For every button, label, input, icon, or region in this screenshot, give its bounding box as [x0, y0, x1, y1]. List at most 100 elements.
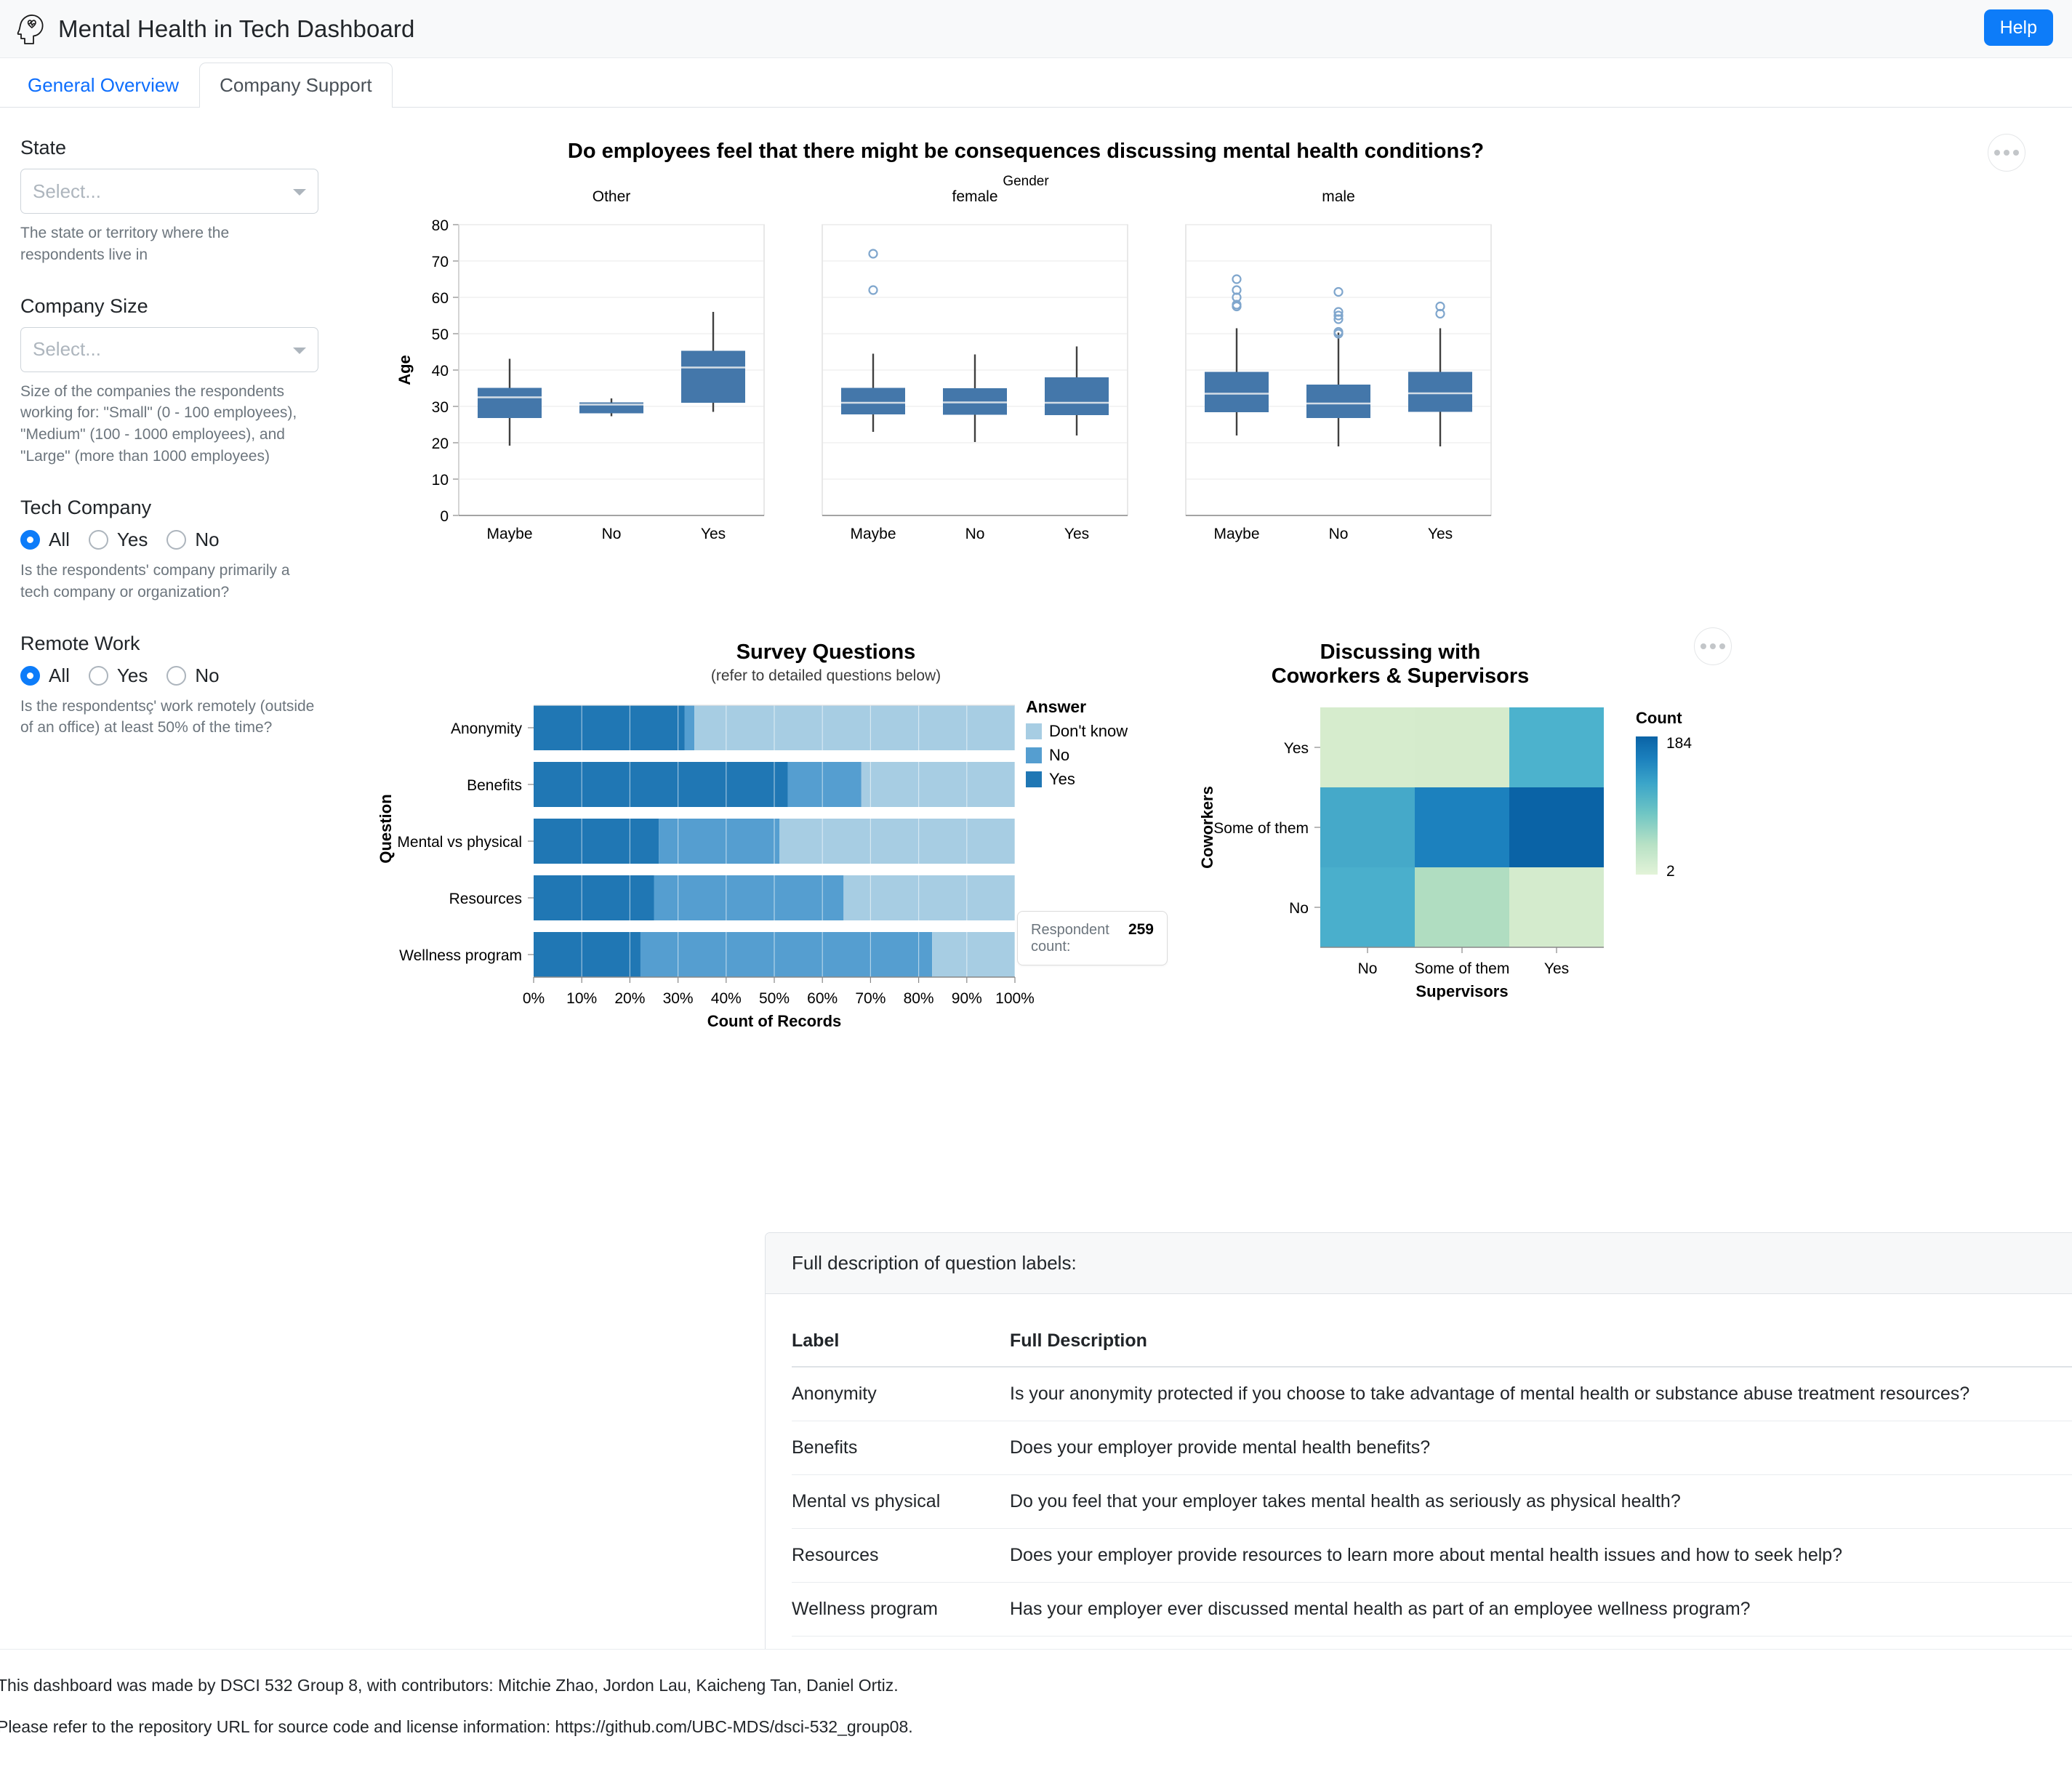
tab-general-overview[interactable]: General Overview — [7, 63, 199, 108]
heatmap-chart-card: Discussing with Coworkers & Supervisors … — [1175, 627, 1756, 1043]
legend-item-yes[interactable]: Yes — [1026, 770, 1128, 789]
question-description-cell: Does your employer provide resources to … — [1010, 1528, 2072, 1583]
radio-icon[interactable] — [166, 529, 187, 550]
help-button[interactable]: Help — [1983, 9, 2053, 46]
legend-label-dont-know: Don't know — [1049, 722, 1128, 740]
svg-text:No: No — [602, 526, 622, 542]
svg-text:0: 0 — [440, 508, 449, 525]
stacked-bar-title: Survey Questions — [736, 640, 916, 664]
tech-company-option-yes[interactable]: Yes — [88, 528, 148, 551]
column-header-description: Full Description — [1010, 1320, 2072, 1368]
svg-text:No: No — [965, 526, 985, 542]
filter-state: State Select... The state or territory w… — [20, 137, 318, 266]
radio-icon[interactable] — [88, 665, 108, 686]
svg-text:Coworkers: Coworkers — [1198, 786, 1216, 869]
filter-sidebar: State Select... The state or territory w… — [0, 108, 336, 1621]
radio-icon[interactable] — [88, 529, 108, 550]
svg-text:Yes: Yes — [1284, 740, 1309, 757]
svg-text:20%: 20% — [614, 990, 645, 1007]
svg-text:Mental vs physical: Mental vs physical — [397, 834, 522, 851]
svg-text:100%: 100% — [995, 990, 1035, 1007]
svg-text:2: 2 — [1666, 863, 1675, 880]
company-size-select[interactable]: Select... — [20, 326, 318, 372]
question-description-cell: Does your employer provide mental health… — [1010, 1421, 2072, 1475]
svg-text:70: 70 — [432, 254, 449, 270]
remote-work-option-no-label: No — [195, 664, 220, 686]
tech-company-option-yes-label: Yes — [116, 528, 148, 550]
svg-text:Count of Records: Count of Records — [707, 1012, 842, 1030]
svg-text:50%: 50% — [759, 990, 790, 1007]
svg-text:Yes: Yes — [1428, 526, 1453, 542]
question-label-cell: Anonymity — [792, 1367, 1010, 1421]
tech-company-label: Tech Company — [20, 496, 152, 518]
head-heartbeat-icon — [16, 13, 45, 45]
table-row: Anonymity Is your anonymity protected if … — [792, 1367, 2072, 1421]
respondent-count-value: 259 — [1128, 921, 1154, 938]
svg-text:Maybe: Maybe — [850, 526, 896, 542]
legend-item-dont-know[interactable]: Don't know — [1026, 722, 1128, 741]
tech-company-option-all[interactable]: All — [20, 529, 70, 551]
legend-swatch-yes — [1026, 771, 1042, 787]
svg-text:20: 20 — [432, 435, 449, 452]
state-select[interactable]: Select... — [20, 169, 318, 214]
legend-item-no[interactable]: No — [1026, 746, 1128, 765]
svg-text:No: No — [1358, 960, 1378, 977]
tab-company-support[interactable]: Company Support — [199, 63, 393, 108]
svg-text:Maybe: Maybe — [1213, 526, 1259, 542]
tech-company-radio-group: All Yes No — [20, 529, 316, 551]
boxplot-menu-button[interactable] — [1988, 134, 2025, 172]
svg-text:60%: 60% — [807, 990, 838, 1007]
heatmap-svg: Yes Some of them No No Some of them Yes Superv… — [1198, 707, 1692, 1000]
stacked-bar-subtitle: (refer to detailed questions below) — [710, 667, 941, 684]
tech-company-option-no[interactable]: No — [166, 529, 220, 551]
remote-work-option-all[interactable]: All — [20, 664, 70, 687]
state-select-placeholder: Select... — [33, 180, 101, 202]
radio-icon[interactable] — [20, 529, 40, 550]
boxplot-title: Do employees feel that there might be co… — [567, 140, 1485, 163]
remote-work-option-all-label: All — [49, 664, 70, 686]
heatmap-title-line2: Coworkers & Supervisors — [1271, 664, 1530, 688]
stacked-bar-legend: Answer Don't know No Yes — [1026, 697, 1128, 789]
question-description-cell: Is your anonymity protected if you choos… — [1010, 1367, 2072, 1421]
svg-text:No: No — [1329, 526, 1349, 542]
app-header: Mental Health in Tech Dashboard Help — [0, 0, 2072, 58]
radio-icon[interactable] — [20, 665, 40, 686]
question-label-cell: Benefits — [792, 1421, 1010, 1475]
legend-swatch-dont-know — [1026, 723, 1042, 739]
svg-text:60: 60 — [432, 290, 449, 307]
remote-work-option-yes-label: Yes — [116, 664, 148, 686]
table-row: Mental vs physical Do you feel that your … — [792, 1474, 2072, 1529]
boxplot-chart-card: Do employees feel that there might be co… — [361, 134, 2047, 597]
svg-text:Maybe: Maybe — [486, 526, 532, 542]
tech-company-help: Is the respondents' company primarily a … — [20, 561, 290, 601]
chevron-down-icon — [293, 347, 306, 354]
svg-text:Yes: Yes — [1064, 526, 1089, 542]
column-header-label: Label — [792, 1320, 1010, 1368]
svg-text:Supervisors: Supervisors — [1416, 982, 1508, 1000]
svg-text:90%: 90% — [952, 990, 982, 1007]
company-size-help: Size of the companies the respondents wo… — [20, 382, 297, 465]
svg-text:female: female — [952, 190, 997, 205]
stacked-bar-chart-card: Survey Questions (refer to detailed ques… — [361, 640, 1168, 1043]
footer-repo-note: Please refer to the repository URL for s… — [0, 1717, 913, 1736]
brand: Mental Health in Tech Dashboard — [16, 13, 414, 45]
page-title: Mental Health in Tech Dashboard — [58, 15, 415, 42]
radio-icon[interactable] — [166, 665, 187, 686]
heatmap-menu-button[interactable] — [1694, 627, 1732, 665]
question-description-cell: Has your employer ever discussed mental … — [1010, 1582, 2072, 1637]
question-description-cell: Do you feel that your employer takes men… — [1010, 1474, 2072, 1529]
description-panel-heading: Full description of question labels: — [766, 1233, 2072, 1294]
boxplot-facet-group-label: Gender — [1003, 174, 1049, 189]
question-label-cell: Wellness program — [792, 1582, 1010, 1637]
remote-work-option-yes[interactable]: Yes — [88, 664, 148, 687]
svg-text:184: 184 — [1666, 735, 1692, 752]
legend-title: Answer — [1026, 697, 1087, 716]
table-row: Benefits Does your employer provide menta… — [792, 1421, 2072, 1475]
remote-work-option-no[interactable]: No — [166, 664, 220, 687]
tech-company-option-all-label: All — [49, 528, 70, 550]
legend-label-yes: Yes — [1049, 770, 1075, 788]
filter-company-size: Company Size Select... Size of the compa… — [20, 295, 318, 467]
svg-text:80: 80 — [432, 217, 449, 234]
remote-work-radio-group: All Yes No — [20, 664, 316, 687]
svg-text:Other: Other — [593, 190, 631, 205]
